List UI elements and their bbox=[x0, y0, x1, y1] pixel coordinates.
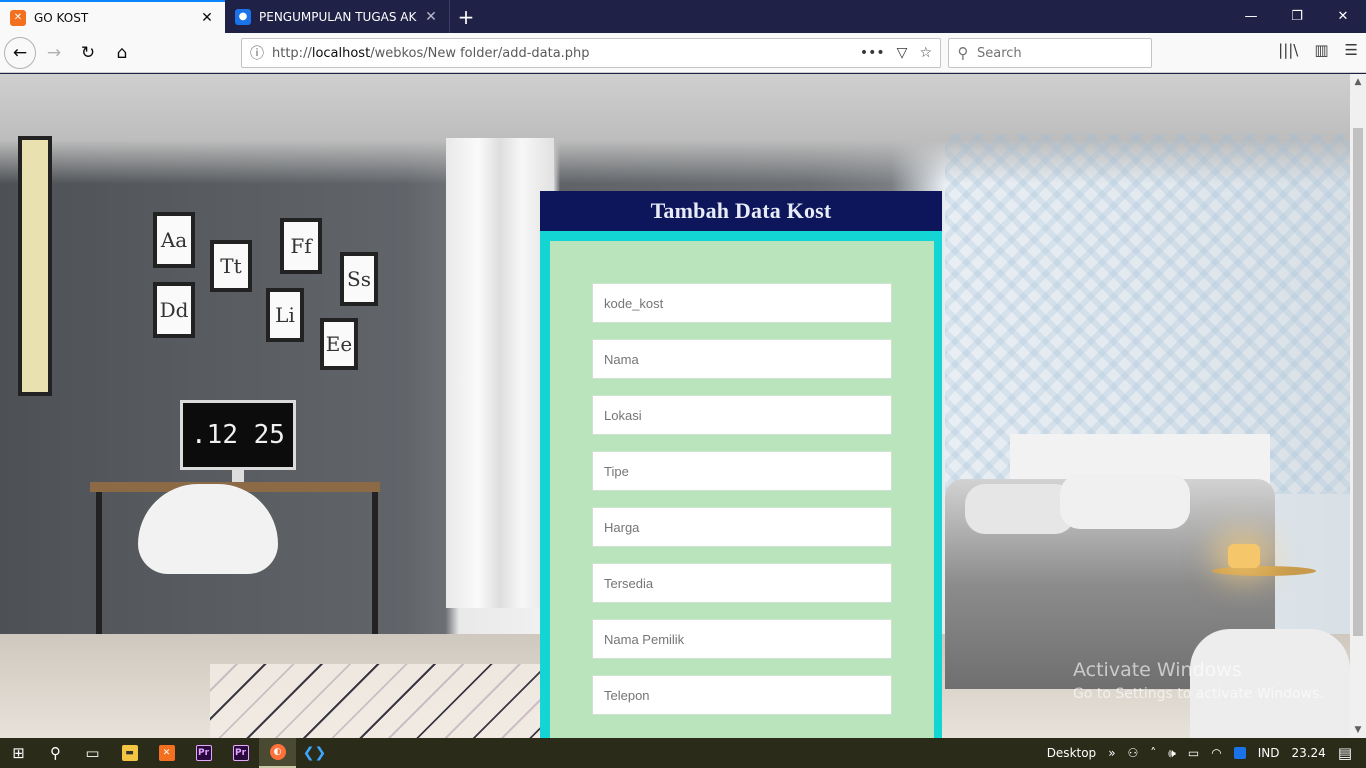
tab-go-kost[interactable]: ✕ GO KOST ✕ bbox=[0, 0, 225, 33]
menu-icon[interactable]: ☰ bbox=[1345, 41, 1358, 59]
wall-frame: Ee bbox=[320, 318, 358, 370]
wall-frame: Tt bbox=[210, 240, 252, 292]
nav-bar: ← → ↻ ⌂ ⓘ http://localhost/webkos/New fo… bbox=[0, 33, 1366, 73]
url-bar[interactable]: ⓘ http://localhost/webkos/New folder/add… bbox=[241, 38, 941, 68]
firefox-icon[interactable]: ◐ bbox=[259, 738, 296, 768]
reload-icon: ↻ bbox=[80, 42, 96, 63]
page-actions-icon[interactable]: ••• bbox=[860, 45, 885, 61]
notifications-icon[interactable]: ▤ bbox=[1338, 744, 1352, 762]
arrow-left-icon: ← bbox=[12, 42, 28, 63]
volume-icon[interactable]: 🕪 bbox=[1168, 746, 1176, 761]
tab-pengumpulan-tugas[interactable]: ● PENGUMPULAN TUGAS AKHIR ✕ bbox=[225, 0, 450, 33]
tab-title: GO KOST bbox=[34, 10, 89, 25]
classroom-icon: ● bbox=[235, 8, 251, 25]
xampp-icon: ✕ bbox=[10, 9, 26, 26]
monitor-clock: .12 25 bbox=[180, 400, 296, 470]
chair bbox=[138, 484, 278, 574]
library-icon[interactable]: |||\ bbox=[1278, 41, 1298, 59]
sidebar-icon[interactable]: ▥ bbox=[1314, 41, 1328, 59]
window-controls: — ❐ ✕ bbox=[1228, 0, 1366, 33]
search-icon: ⚲ bbox=[957, 44, 969, 62]
wall-frame: Dd bbox=[153, 282, 195, 338]
wall-frame: Ss bbox=[340, 252, 378, 306]
search-icon[interactable]: ⚲ bbox=[37, 738, 74, 768]
activate-windows-watermark: Activate Windows Go to Settings to activ… bbox=[1073, 659, 1324, 702]
vscode-icon[interactable]: ❮❯ bbox=[296, 738, 333, 768]
premiere-pro-icon[interactable]: Pr bbox=[222, 738, 259, 768]
night-lamp bbox=[1228, 544, 1260, 568]
windows-start-icon[interactable]: ⊞ bbox=[0, 738, 37, 768]
wall-frame-large bbox=[18, 136, 52, 396]
close-window-button[interactable]: ✕ bbox=[1320, 0, 1366, 33]
form-title: Tambah Data Kost bbox=[650, 198, 832, 223]
desktop-toolbar-label[interactable]: Desktop bbox=[1047, 746, 1097, 760]
nama-input[interactable]: Nama bbox=[592, 339, 892, 379]
wall-frame: Aa bbox=[153, 212, 195, 268]
url-host: localhost bbox=[311, 45, 371, 61]
wall-frame: Li bbox=[266, 288, 304, 342]
url-text[interactable]: http://localhost/webkos/New folder/add-d… bbox=[272, 46, 860, 61]
taskbar: ⊞ ⚲ ▭ ▬ ✕ Pr Pr ◐ ❮❯ Desktop » ⚇ ˄ 🕪 ▭ ◠… bbox=[0, 738, 1366, 768]
kode-kost-input[interactable]: kode_kost bbox=[592, 283, 892, 323]
lokasi-input[interactable]: Lokasi bbox=[592, 395, 892, 435]
desk-leg bbox=[96, 492, 102, 642]
tipe-input[interactable]: Tipe bbox=[592, 451, 892, 491]
add-data-form: Tambah Data Kost kode_kost Nama Lokasi T… bbox=[540, 191, 942, 738]
desk-leg bbox=[372, 492, 378, 642]
tab-title: PENGUMPULAN TUGAS AKHIR bbox=[259, 9, 417, 24]
back-button[interactable]: ← bbox=[4, 36, 36, 69]
tab-close-icon[interactable]: ✕ bbox=[199, 10, 215, 26]
telepon-input[interactable]: Telepon bbox=[592, 675, 892, 715]
side-table bbox=[1212, 566, 1316, 576]
pillow bbox=[965, 484, 1075, 534]
clock[interactable]: 23.24 bbox=[1291, 746, 1325, 760]
arrow-right-icon: → bbox=[46, 42, 62, 63]
search-box[interactable]: ⚲ Search bbox=[948, 38, 1152, 68]
harga-input[interactable]: Harga bbox=[592, 507, 892, 547]
pocket-icon[interactable]: ▽ bbox=[897, 45, 908, 61]
scroll-up-icon[interactable]: ▲ bbox=[1350, 74, 1366, 90]
page-scrollbar[interactable]: ▲ ▼ bbox=[1350, 74, 1366, 738]
form-body: kode_kost Nama Lokasi Tipe Harga Tersedi… bbox=[550, 241, 934, 738]
url-scheme: http:// bbox=[272, 45, 312, 61]
wall-frame: Ff bbox=[280, 218, 322, 274]
task-view-icon[interactable]: ▭ bbox=[74, 738, 111, 768]
minimize-button[interactable]: — bbox=[1228, 0, 1274, 33]
tab-strip: ✕ GO KOST ✕ ● PENGUMPULAN TUGAS AKHIR ✕ … bbox=[0, 0, 1366, 33]
tersedia-input[interactable]: Tersedia bbox=[592, 563, 892, 603]
forward-button[interactable]: → bbox=[38, 37, 70, 69]
system-tray: Desktop » ⚇ ˄ 🕪 ▭ ◠ IND 23.24 ▤ bbox=[1047, 738, 1366, 768]
home-icon: ⌂ bbox=[116, 42, 128, 63]
chevron-up-icon[interactable]: ˄ bbox=[1150, 746, 1156, 760]
file-explorer-icon[interactable]: ▬ bbox=[111, 738, 148, 768]
search-placeholder: Search bbox=[977, 45, 1022, 61]
form-header: Tambah Data Kost bbox=[540, 191, 942, 231]
wifi-icon[interactable]: ◠ bbox=[1211, 746, 1221, 760]
info-icon[interactable]: ⓘ bbox=[242, 43, 272, 63]
scroll-down-icon[interactable]: ▼ bbox=[1350, 722, 1366, 738]
new-tab-button[interactable]: + bbox=[450, 0, 482, 33]
nama-pemilik-input[interactable]: Nama Pemilik bbox=[592, 619, 892, 659]
home-button[interactable]: ⌂ bbox=[106, 37, 138, 69]
bookmark-star-icon[interactable]: ☆ bbox=[919, 45, 932, 61]
watermark-title: Activate Windows bbox=[1073, 659, 1242, 681]
url-path: /webkos/New folder/add-data.php bbox=[370, 45, 590, 61]
chevron-right-icon[interactable]: » bbox=[1108, 746, 1115, 760]
watermark-subtitle: Go to Settings to activate Windows. bbox=[1073, 686, 1324, 702]
tab-close-icon[interactable]: ✕ bbox=[423, 9, 439, 25]
battery-icon[interactable]: ▭ bbox=[1188, 746, 1199, 760]
reload-button[interactable]: ↻ bbox=[72, 37, 104, 69]
scroll-thumb[interactable] bbox=[1353, 128, 1363, 636]
rug bbox=[210, 664, 570, 738]
restore-button[interactable]: ❐ bbox=[1274, 0, 1320, 33]
xampp-icon[interactable]: ✕ bbox=[148, 738, 185, 768]
app-tray-icon[interactable] bbox=[1233, 747, 1246, 759]
premiere-pro-icon[interactable]: Pr bbox=[185, 738, 222, 768]
curtain bbox=[446, 138, 554, 608]
language-indicator[interactable]: IND bbox=[1258, 746, 1280, 760]
pillow bbox=[1060, 474, 1190, 529]
people-icon[interactable]: ⚇ bbox=[1128, 746, 1139, 760]
page-background: Aa Tt Ff Ss Dd Li Ee .12 25 Tambah Data … bbox=[0, 74, 1350, 738]
